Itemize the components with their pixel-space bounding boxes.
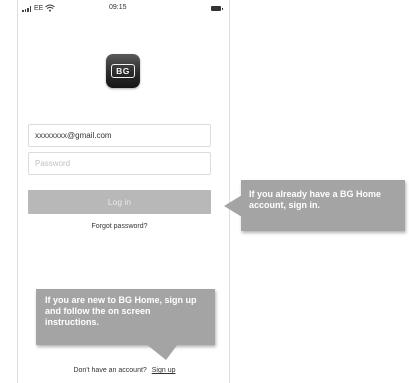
battery-icon	[211, 6, 223, 11]
wifi-icon	[45, 4, 55, 12]
signup-row: Don't have an account? Sign up	[18, 367, 231, 374]
logo-text: BG	[111, 64, 135, 78]
callout-pointer	[146, 344, 178, 360]
callout-existing-user-text: If you already have a BG Home account, s…	[249, 189, 382, 210]
callout-existing-user: If you already have a BG Home account, s…	[224, 180, 405, 231]
callout-pointer	[224, 195, 242, 217]
status-bar: EE 09:15	[18, 0, 231, 18]
email-field[interactable]: xxxxxxxx@gmail.com	[28, 124, 211, 147]
signup-link[interactable]: Sign up	[152, 367, 176, 374]
forgot-password-link[interactable]: Forgot password?	[18, 223, 221, 230]
app-logo: BG	[106, 54, 140, 88]
callout-new-user: If you are new to BG Home, sign up and f…	[36, 289, 215, 360]
callout-new-user-text: If you are new to BG Home, sign up and f…	[45, 295, 197, 327]
login-button[interactable]: Log in	[28, 190, 211, 214]
instruction-figure: EE 09:15 BG xxxxxxxx@gmail.com Password …	[0, 0, 409, 383]
password-field[interactable]: Password	[28, 152, 211, 175]
carrier-label: EE	[34, 5, 44, 12]
signup-prompt: Don't have an account?	[73, 367, 147, 374]
signal-icon	[22, 6, 31, 12]
status-time: 09:15	[109, 4, 127, 11]
